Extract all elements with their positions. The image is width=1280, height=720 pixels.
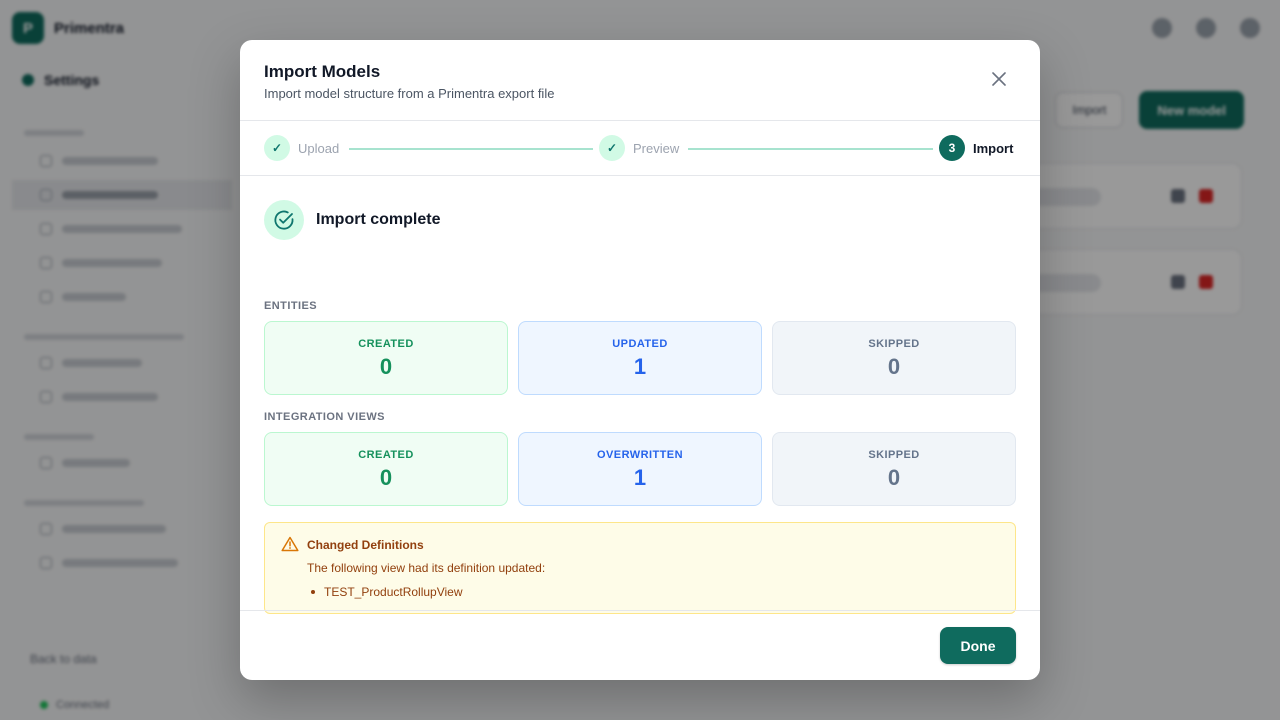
stat-label: SKIPPED <box>868 448 920 461</box>
dialog-footer: Done <box>240 610 1040 680</box>
step-upload-label: Upload <box>298 140 340 156</box>
step-upload-marker: ✓ <box>264 135 290 161</box>
stat-label: OVERWRITTEN <box>597 448 683 461</box>
alert-title: Changed Definitions <box>307 538 424 552</box>
check-circle-icon <box>264 200 304 240</box>
changed-view-name: TEST_ProductRollupView <box>324 585 463 599</box>
import-complete-header: Import complete <box>264 200 440 240</box>
alert-text: The following view had its definition up… <box>307 561 546 575</box>
stat-label: SKIPPED <box>868 337 920 350</box>
step-connector <box>688 148 933 150</box>
stat-value: 1 <box>633 353 647 379</box>
step-preview: ✓ Preview <box>599 135 679 161</box>
dialog-subtitle: Import model structure from a Primentra … <box>264 86 555 101</box>
views-overwritten-card: OVERWRITTEN 1 <box>518 432 762 506</box>
changed-definitions-alert: Changed Definitions The following view h… <box>264 522 1016 614</box>
stat-label: UPDATED <box>612 337 668 350</box>
import-models-dialog: Import Models Import model structure fro… <box>240 40 1040 680</box>
import-complete-title: Import complete <box>316 211 441 228</box>
step-upload: ✓ Upload <box>264 135 339 161</box>
warning-triangle-icon <box>281 536 299 552</box>
step-preview-marker: ✓ <box>599 135 625 161</box>
bullet-icon <box>311 590 315 594</box>
step-preview-label: Preview <box>633 140 680 156</box>
views-skipped-card: SKIPPED 0 <box>772 432 1016 506</box>
import-stepper: ✓ Upload ✓ Preview 3 Import <box>240 121 1040 176</box>
views-created-card: CREATED 0 <box>264 432 508 506</box>
integration-views-section-label: INTEGRATION VIEWS <box>264 411 385 423</box>
stat-value: 0 <box>887 464 901 490</box>
close-icon <box>992 72 1006 86</box>
close-button[interactable] <box>988 68 1010 90</box>
stat-value: 0 <box>379 464 393 490</box>
done-button[interactable]: Done <box>940 627 1016 664</box>
dialog-header: Import Models Import model structure fro… <box>240 40 1040 121</box>
entities-skipped-card: SKIPPED 0 <box>772 321 1016 395</box>
step-import-label: Import <box>973 140 1014 156</box>
stat-label: CREATED <box>358 337 414 350</box>
step-connector <box>349 148 593 150</box>
stat-label: CREATED <box>358 448 414 461</box>
stat-value: 0 <box>887 353 901 379</box>
alert-list-item: TEST_ProductRollupView <box>307 585 463 599</box>
step-import-marker: 3 <box>939 135 965 161</box>
step-import: 3 Import <box>939 135 1013 161</box>
entities-created-card: CREATED 0 <box>264 321 508 395</box>
dialog-title: Import Models <box>264 62 381 81</box>
entities-section-label: ENTITIES <box>264 300 318 312</box>
stat-value: 0 <box>379 353 393 379</box>
stat-value: 1 <box>633 464 647 490</box>
entities-updated-card: UPDATED 1 <box>518 321 762 395</box>
